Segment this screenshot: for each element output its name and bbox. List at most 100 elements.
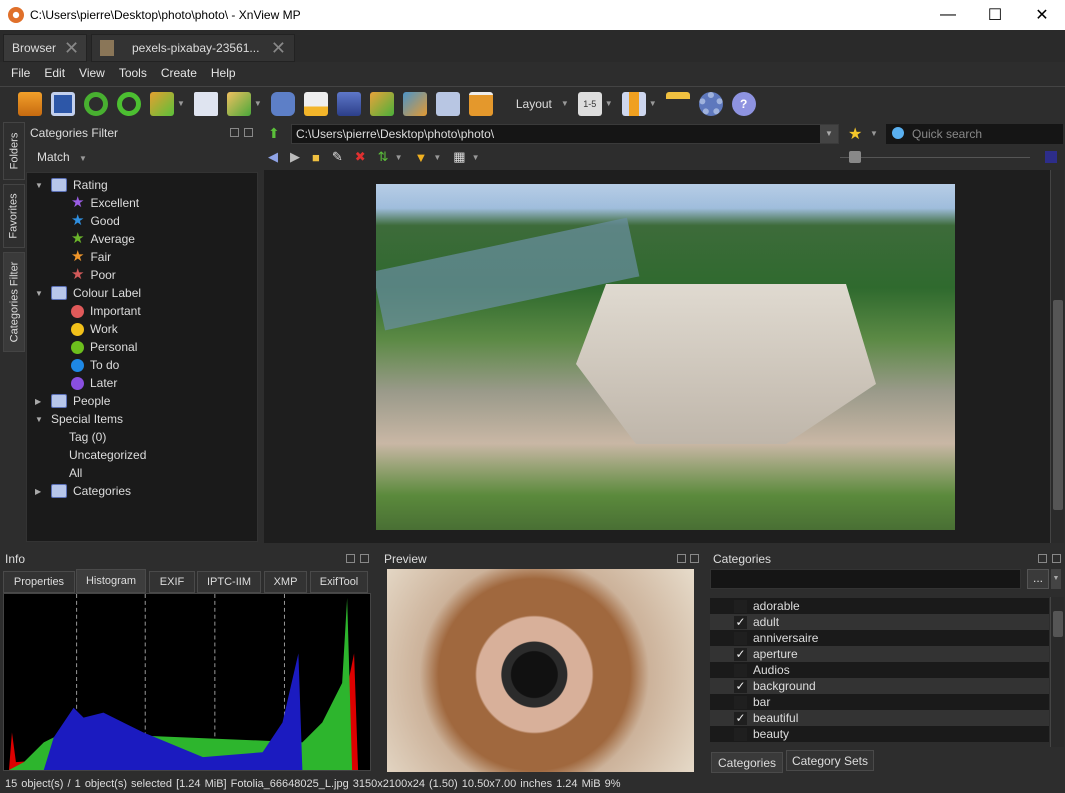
vtab-folders[interactable]: Folders: [3, 122, 25, 180]
tree-item-special-items[interactable]: ▼ Special Items: [35, 410, 123, 428]
chevron-down-icon[interactable]: ▼: [870, 129, 878, 138]
slideshow-icon[interactable]: [468, 91, 493, 116]
info-tab-properties[interactable]: Properties: [3, 571, 75, 593]
parent-folder-icon[interactable]: ⬆: [268, 125, 284, 141]
category-row[interactable]: anniversaire: [710, 630, 1049, 646]
category-row[interactable]: adorable: [710, 598, 1049, 614]
zoom-slider-thumb[interactable]: [848, 151, 861, 163]
chevron-down-icon[interactable]: ▼: [1051, 569, 1061, 589]
chevron-down-icon[interactable]: ▼: [254, 99, 262, 108]
favorite-star-icon[interactable]: ★: [848, 124, 862, 144]
expand-arrow-icon[interactable]: ▶: [35, 487, 45, 496]
tree-item-all[interactable]: All: [69, 464, 82, 482]
category-row[interactable]: beauty: [710, 726, 1049, 742]
close-tab-icon[interactable]: ✕: [64, 38, 79, 59]
folder-files-icon[interactable]: [665, 91, 690, 116]
close-tab-icon[interactable]: ✕: [271, 38, 286, 59]
collapse-arrow-icon[interactable]: ▼: [35, 181, 45, 190]
category-row[interactable]: ✓ aperture: [710, 646, 1049, 662]
menu-tools[interactable]: Tools: [112, 66, 154, 80]
close-button[interactable]: ✕: [1019, 0, 1065, 30]
viewer-scrollbar[interactable]: [1050, 170, 1064, 543]
delete-icon[interactable]: ✖: [355, 149, 366, 165]
vtab-categories-filter[interactable]: Categories Filter: [3, 252, 25, 352]
batch-icon[interactable]: [369, 91, 394, 116]
tree-item-uncategorized[interactable]: Uncategorized: [69, 446, 146, 464]
float-panel-icon[interactable]: [230, 128, 239, 137]
chevron-down-icon[interactable]: ▼: [605, 99, 613, 108]
tree-item-people[interactable]: ▶ People: [35, 392, 110, 410]
category-checkbox[interactable]: ✓: [734, 647, 747, 661]
category-checkbox[interactable]: [734, 663, 747, 677]
new-folder-icon[interactable]: ■: [312, 150, 320, 165]
chevron-down-icon[interactable]: ▼: [395, 153, 403, 162]
category-checkbox[interactable]: ✓: [734, 711, 747, 725]
expand-arrow-icon[interactable]: ▶: [35, 397, 45, 406]
close-panel-icon[interactable]: [360, 554, 369, 563]
menu-edit[interactable]: Edit: [37, 66, 72, 80]
category-row[interactable]: Audios: [710, 662, 1049, 678]
category-row[interactable]: bar: [710, 694, 1049, 710]
tree-item-tag-0[interactable]: Tag (0): [69, 428, 106, 446]
category-row[interactable]: ✓ beautiful: [710, 710, 1049, 726]
tree-item-poor[interactable]: ★ Poor: [71, 266, 116, 284]
forward-icon[interactable]: ▶: [290, 149, 300, 165]
collapse-arrow-icon[interactable]: ▼: [35, 415, 45, 424]
tab-image[interactable]: pexels-pixabay-23561... ✕: [91, 34, 295, 62]
main-image[interactable]: [376, 184, 955, 530]
sort-icon[interactable]: ⇅: [378, 149, 389, 165]
rating-badge-icon[interactable]: 1-5: [577, 91, 602, 116]
chevron-down-icon[interactable]: ▼: [649, 99, 657, 108]
tree-item-to-do[interactable]: To do: [71, 356, 119, 374]
bookmark-icon[interactable]: [621, 91, 646, 116]
back-icon[interactable]: ◀: [268, 149, 278, 165]
tree-item-later[interactable]: Later: [71, 374, 117, 392]
menu-file[interactable]: File: [4, 66, 37, 80]
convert-icon[interactable]: [150, 91, 174, 116]
tree-item-excellent[interactable]: ★ Excellent: [71, 194, 139, 212]
filter-icon[interactable]: ▼: [415, 150, 428, 165]
info-tab-iptc-iim[interactable]: IPTC-IIM: [197, 571, 261, 593]
rotate-icon[interactable]: [117, 91, 141, 116]
capture-icon[interactable]: [435, 91, 460, 116]
gear-icon[interactable]: [698, 91, 723, 116]
info-tab-histogram[interactable]: Histogram: [76, 569, 146, 593]
vtab-favorites[interactable]: Favorites: [3, 184, 25, 248]
tree-item-personal[interactable]: Personal: [71, 338, 137, 356]
path-input[interactable]: C:\Users\pierre\Desktop\photo\photo\: [291, 124, 839, 144]
view-icon[interactable]: [18, 91, 42, 116]
category-checkbox[interactable]: ✓: [734, 679, 747, 693]
category-checkbox[interactable]: [734, 599, 747, 613]
chevron-down-icon[interactable]: ▼: [177, 99, 185, 108]
tree-item-colour-label[interactable]: ▼ Colour Label: [35, 284, 141, 302]
info-tab-xmp[interactable]: XMP: [264, 571, 307, 593]
category-checkbox[interactable]: [734, 631, 747, 645]
chevron-down-icon[interactable]: ▼: [433, 153, 441, 162]
float-panel-icon[interactable]: [677, 554, 686, 563]
info-tab-exif[interactable]: EXIF: [149, 571, 195, 593]
tree-item-good[interactable]: ★ Good: [71, 212, 120, 230]
match-dropdown[interactable]: Match ▼: [37, 150, 87, 164]
tree-item-fair[interactable]: ★ Fair: [71, 248, 111, 266]
minimize-button[interactable]: —: [925, 0, 971, 30]
tree-item-average[interactable]: ★ Average: [71, 230, 135, 248]
close-panel-icon[interactable]: [244, 128, 253, 137]
categories-tab-category-sets[interactable]: Category Sets: [786, 750, 874, 771]
scan-icon[interactable]: [336, 91, 361, 116]
close-panel-icon[interactable]: [1052, 554, 1061, 563]
more-button[interactable]: ...: [1027, 569, 1049, 589]
category-checkbox[interactable]: ✓: [734, 615, 747, 629]
categories-scrollbar[interactable]: [1050, 597, 1064, 747]
tree-item-important[interactable]: Important: [71, 302, 141, 320]
tab-browser[interactable]: Browser ✕: [3, 34, 87, 62]
float-panel-icon[interactable]: [1038, 554, 1047, 563]
category-search-input[interactable]: [710, 569, 1021, 589]
menu-view[interactable]: View: [72, 66, 112, 80]
category-checkbox[interactable]: [734, 727, 747, 741]
category-row[interactable]: ✓ background: [710, 678, 1049, 694]
find-icon[interactable]: [270, 91, 295, 116]
quick-search-input[interactable]: Quick search: [886, 124, 1063, 144]
float-panel-icon[interactable]: [346, 554, 355, 563]
categories-tab-categories[interactable]: Categories: [711, 752, 783, 773]
info-tab-exiftool[interactable]: ExifTool: [310, 571, 368, 593]
